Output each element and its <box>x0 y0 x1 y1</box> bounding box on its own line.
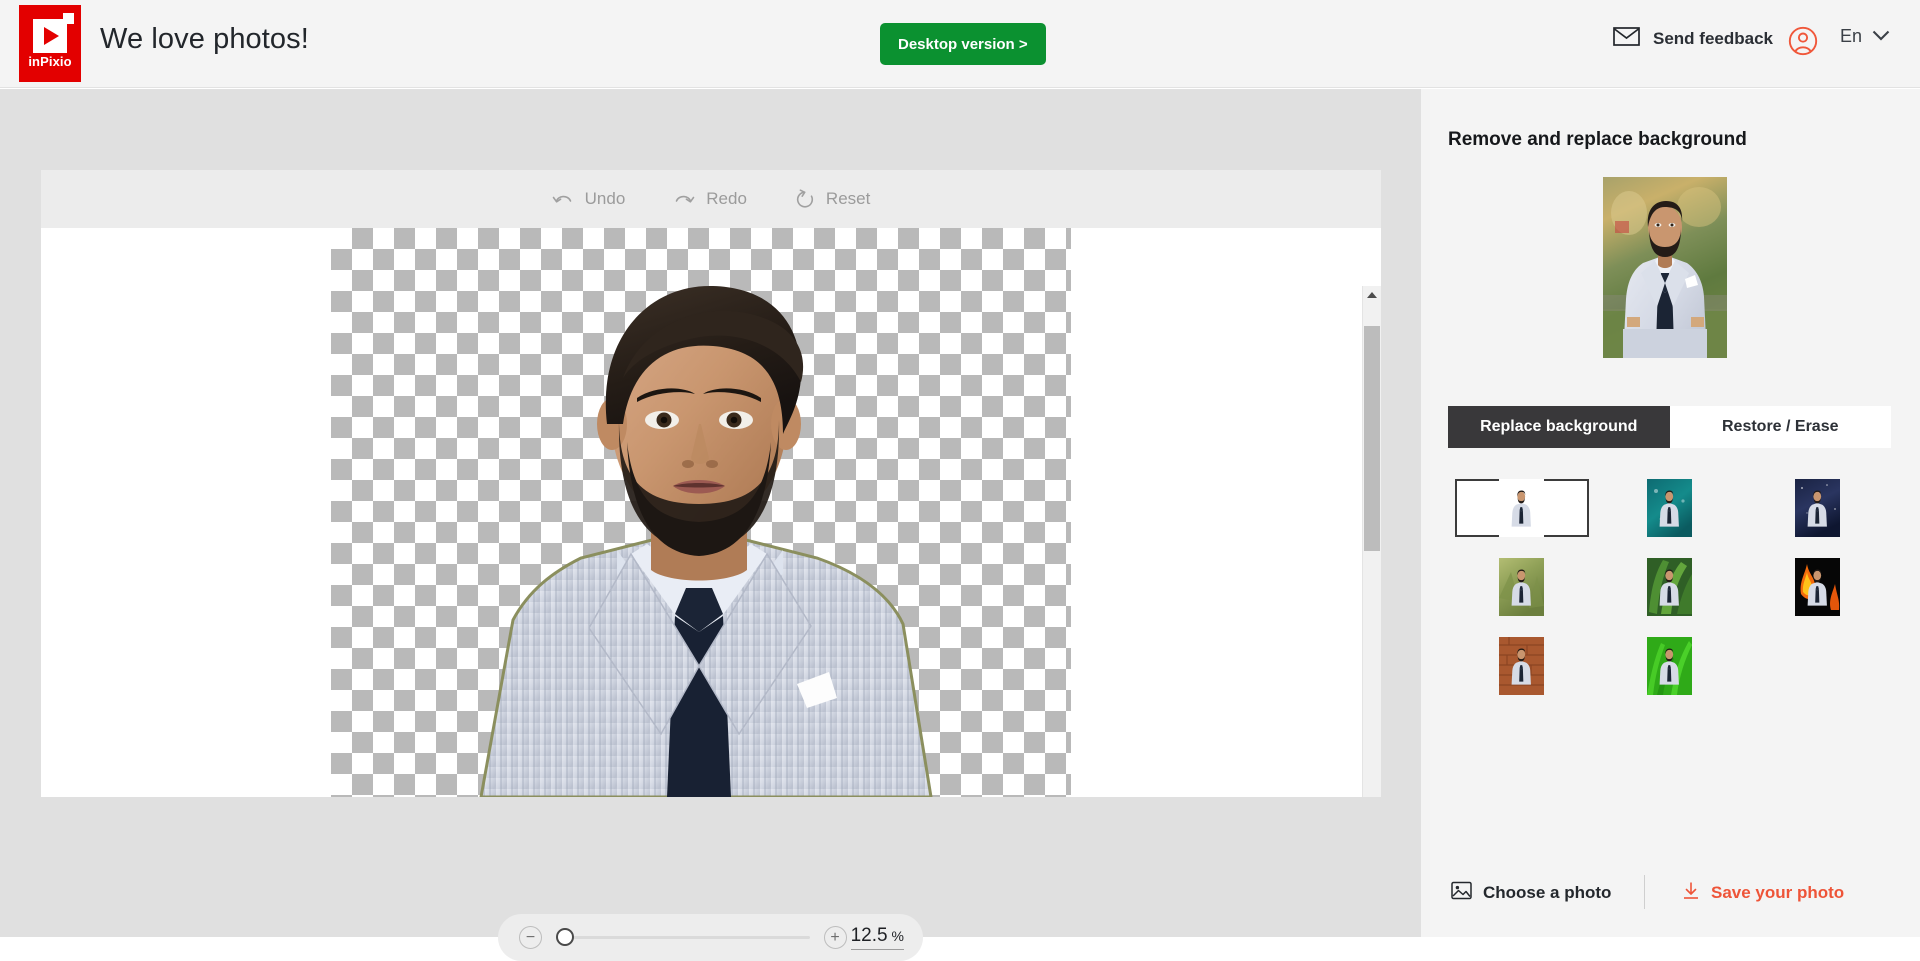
save-your-photo-label: Save your photo <box>1711 883 1845 902</box>
background-option-teal-splash[interactable] <box>1602 479 1736 537</box>
editor-card: Undo Redo Reset <box>41 170 1381 797</box>
thumb-preview <box>1499 558 1545 616</box>
desktop-version-button[interactable]: Desktop version > <box>880 23 1046 65</box>
canvas-vertical-scrollbar[interactable] <box>1362 286 1381 797</box>
chevron-down-icon <box>1872 28 1890 46</box>
source-photo-preview[interactable] <box>1603 177 1727 358</box>
sidebar-footer: Choose a photo Save your photo <box>1421 861 1920 937</box>
zoom-slider-handle[interactable] <box>556 928 574 946</box>
inpixio-logo[interactable]: inPixio <box>19 5 81 82</box>
background-option-fire-black[interactable] <box>1750 558 1884 616</box>
zoom-value-display[interactable]: 12.5 % <box>850 925 904 950</box>
background-options-grid <box>1448 479 1891 695</box>
logo-wordmark: inPixio <box>28 53 72 69</box>
image-canvas[interactable] <box>41 228 1381 797</box>
choose-a-photo-button[interactable]: Choose a photo <box>1451 881 1611 905</box>
thumb-preview <box>1794 558 1840 616</box>
plus-icon: + <box>830 928 840 946</box>
edit-toolbar: Undo Redo Reset <box>41 170 1381 228</box>
background-option-bright-grass[interactable] <box>1602 637 1736 695</box>
reset-label: Reset <box>825 189 871 208</box>
language-label: En <box>1839 26 1862 46</box>
thumb-preview <box>1499 637 1545 695</box>
reset-button[interactable]: Reset <box>771 170 894 228</box>
redo-button[interactable]: Redo <box>649 170 771 228</box>
send-feedback-label: Send feedback <box>1653 29 1773 48</box>
background-option-night-sky[interactable] <box>1750 479 1884 537</box>
background-option-white[interactable] <box>1454 479 1589 537</box>
save-your-photo-button[interactable]: Save your photo <box>1682 881 1844 905</box>
tab-replace-background[interactable]: Replace background <box>1448 406 1670 448</box>
panel-title: Remove and replace background <box>1448 129 1747 150</box>
zoom-control: − + 12.5 % <box>498 914 923 961</box>
app-header: inPixio We love photos! Desktop version … <box>0 0 1920 88</box>
thumb-preview <box>1646 637 1692 695</box>
envelope-icon <box>1613 27 1640 51</box>
page-title: We love photos! <box>100 23 309 55</box>
scrollbar-thumb[interactable] <box>1364 326 1380 551</box>
send-feedback-button[interactable]: Send feedback <box>1613 27 1773 51</box>
footer-divider <box>1644 875 1645 909</box>
editor-workspace: Undo Redo Reset − + 12.5 % <box>0 89 1421 961</box>
right-sidebar: Remove and replace background Replace ba… <box>1421 89 1920 937</box>
cutout-subject-image <box>331 228 1071 797</box>
redo-arrow-icon <box>673 191 695 208</box>
logo-accent-square <box>63 12 74 24</box>
background-option-brick-wall[interactable] <box>1455 637 1589 695</box>
undo-arrow-icon <box>552 191 574 208</box>
thumb-preview <box>1646 558 1692 616</box>
zoom-percent-value: 12.5 <box>850 925 888 946</box>
minus-icon: − <box>525 928 536 946</box>
language-selector[interactable]: En <box>1840 26 1890 47</box>
scroll-up-arrow-icon[interactable] <box>1363 286 1381 304</box>
image-picture-icon <box>1451 881 1472 905</box>
mode-tabs: Replace background Restore / Erase <box>1448 406 1891 448</box>
thumb-preview <box>1499 479 1545 537</box>
play-triangle-icon <box>33 12 74 53</box>
undo-button[interactable]: Undo <box>528 170 650 228</box>
zoom-percent-unit: % <box>891 928 904 944</box>
download-arrow-icon <box>1682 881 1700 905</box>
zoom-in-button[interactable]: + <box>823 926 847 949</box>
background-option-autumn-field[interactable] <box>1455 558 1589 616</box>
thumb-preview <box>1646 479 1692 537</box>
background-option-green-leaves[interactable] <box>1602 558 1736 616</box>
choose-a-photo-label: Choose a photo <box>1483 883 1612 902</box>
reset-circular-arrow-icon <box>795 188 815 210</box>
redo-label: Redo <box>706 189 747 208</box>
user-circle-icon[interactable] <box>1788 26 1818 56</box>
undo-label: Undo <box>584 189 626 208</box>
tab-restore-erase[interactable]: Restore / Erase <box>1669 406 1891 448</box>
thumb-preview <box>1794 479 1840 537</box>
zoom-slider-track[interactable] <box>556 928 810 946</box>
zoom-out-button[interactable]: − <box>519 926 542 949</box>
